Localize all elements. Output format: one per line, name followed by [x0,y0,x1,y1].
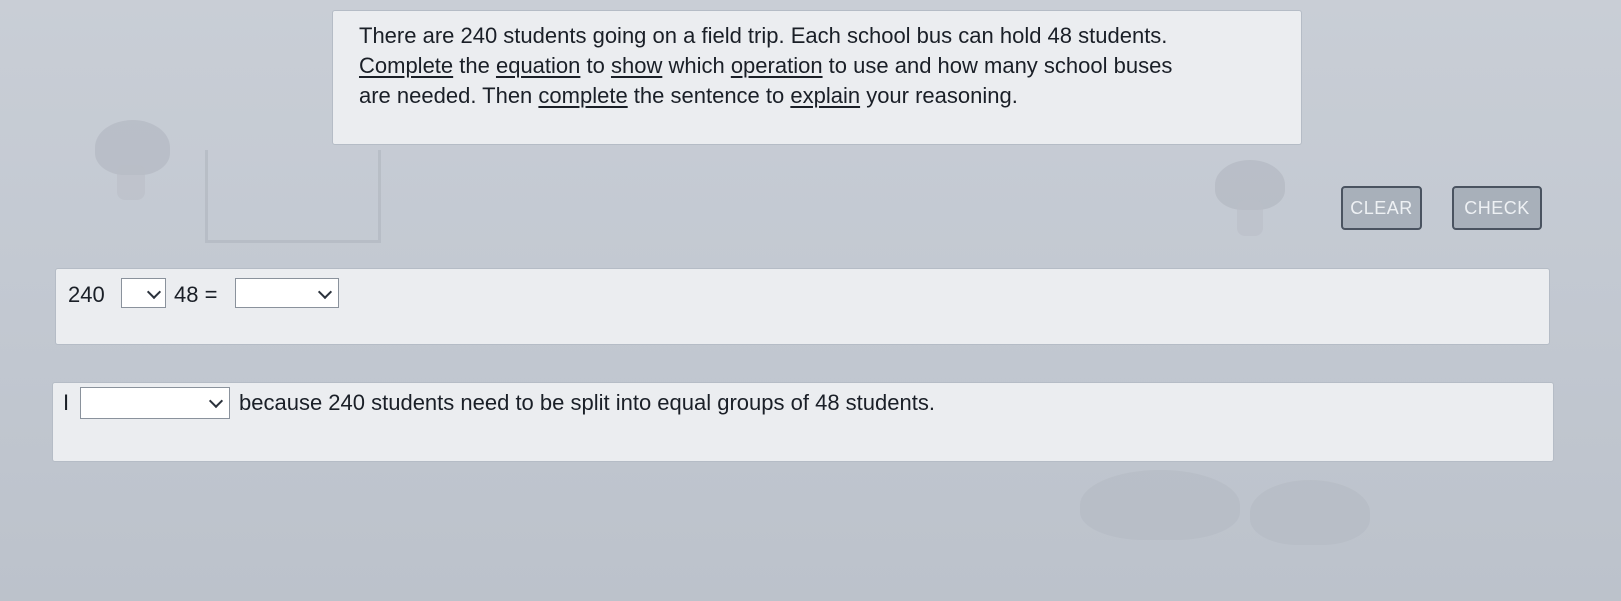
question-prompt: There are 240 students going on a field … [332,10,1302,145]
result-dropdown[interactable] [235,278,339,308]
equation-row: 240 48 = [55,268,1550,345]
sentence-text: because 240 students need to be split in… [239,390,935,415]
reasoning-dropdown[interactable] [80,387,230,419]
left-operand: 240 [68,282,105,307]
operator-dropdown[interactable] [121,278,166,308]
chevron-down-icon [317,284,333,300]
sentence-row: I because 240 students need to be split … [52,382,1554,462]
chevron-down-icon [208,393,224,409]
prompt-line: Complete the equation to show which oper… [359,51,1275,81]
prompt-text: There are 240 students going on a field … [359,23,1168,48]
right-operand: 48 = [174,282,218,307]
prompt-line: are needed. Then complete the sentence t… [359,81,1275,111]
chevron-down-icon [146,284,162,300]
glossary-link[interactable]: equation [496,53,580,78]
prompt-text: the [453,53,496,78]
prompt-text: are needed. Then [359,83,539,108]
glossary-link[interactable]: Complete [359,53,453,78]
clear-button[interactable]: CLEAR [1341,186,1422,230]
glossary-link[interactable]: explain [790,83,860,108]
prompt-text: to use and how many school buses [822,53,1173,78]
glossary-link[interactable]: show [611,53,662,78]
sentence-lead: I [63,390,70,415]
prompt-text: to [580,53,611,78]
prompt-line: There are 240 students going on a field … [359,21,1275,51]
glossary-link[interactable]: complete [538,83,627,108]
prompt-text: your reasoning. [860,83,1018,108]
prompt-text: which [662,53,731,78]
check-button[interactable]: CHECK [1452,186,1542,230]
prompt-text: the sentence to [627,83,791,108]
glossary-link[interactable]: operation [731,53,823,78]
